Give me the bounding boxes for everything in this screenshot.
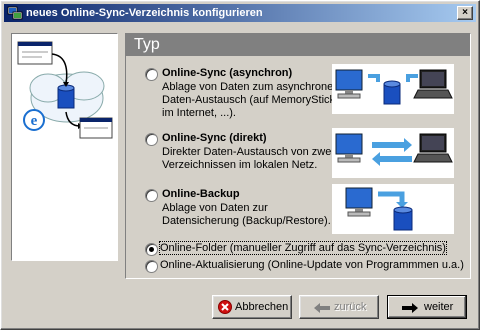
radio-online-update[interactable]: [145, 260, 158, 273]
option-label: Online-Folder (manueller Zugriff auf das…: [159, 241, 447, 255]
async-sync-icon: [335, 69, 453, 105]
sync-illustration: e: [17, 41, 113, 139]
cancel-label: Abbrechen: [235, 301, 289, 313]
next-arrow-icon: [402, 303, 418, 313]
wizard-illustration: e: [11, 33, 118, 261]
next-label: weiter: [424, 301, 454, 313]
sync-app-icon: [7, 6, 23, 20]
panel-heading: Typ: [126, 34, 470, 56]
direct-sync-icon: [335, 133, 453, 166]
option-description: Ablage von Daten zur Datensicherung (Bac…: [162, 202, 331, 227]
option-title: Online-Sync (asynchron): [162, 67, 293, 79]
next-button[interactable]: weiter: [387, 295, 467, 319]
direct-sync-image: [332, 128, 454, 178]
option-description: Ablage von Daten zum asynchronen Daten-A…: [162, 81, 340, 119]
cancel-button[interactable]: Abbrechen: [212, 295, 292, 319]
radio-online-sync-direct[interactable]: [145, 133, 158, 146]
window-title: neues Online-Sync-Verzeichnis konfigurie…: [26, 7, 263, 19]
async-sync-image: [332, 64, 454, 114]
title-bar[interactable]: neues Online-Sync-Verzeichnis konfigurie…: [4, 4, 476, 22]
back-button[interactable]: zurück: [299, 295, 379, 319]
back-arrow-icon: [314, 303, 330, 313]
close-button[interactable]: ×: [457, 6, 473, 20]
radio-online-folder[interactable]: [145, 243, 158, 256]
backup-image: [332, 184, 454, 234]
radio-online-sync-async[interactable]: [145, 68, 158, 81]
option-label: Online-Aktualisierung (Online-Update von…: [160, 259, 464, 271]
backup-icon: [345, 187, 413, 231]
option-title: Online-Sync (direkt): [162, 132, 267, 144]
option-title: Online-Backup: [162, 188, 240, 200]
cancel-icon: [218, 300, 232, 314]
type-panel: Typ Online-Sync (asynchron) Ablage von D…: [125, 33, 471, 279]
svg-text:e: e: [31, 113, 38, 129]
dialog-window: neues Online-Sync-Verzeichnis konfigurie…: [0, 0, 480, 330]
radio-online-backup[interactable]: [145, 189, 158, 202]
back-label: zurück: [334, 301, 367, 313]
option-description: Direkter Daten-Austausch von zwei Verzei…: [162, 146, 334, 171]
